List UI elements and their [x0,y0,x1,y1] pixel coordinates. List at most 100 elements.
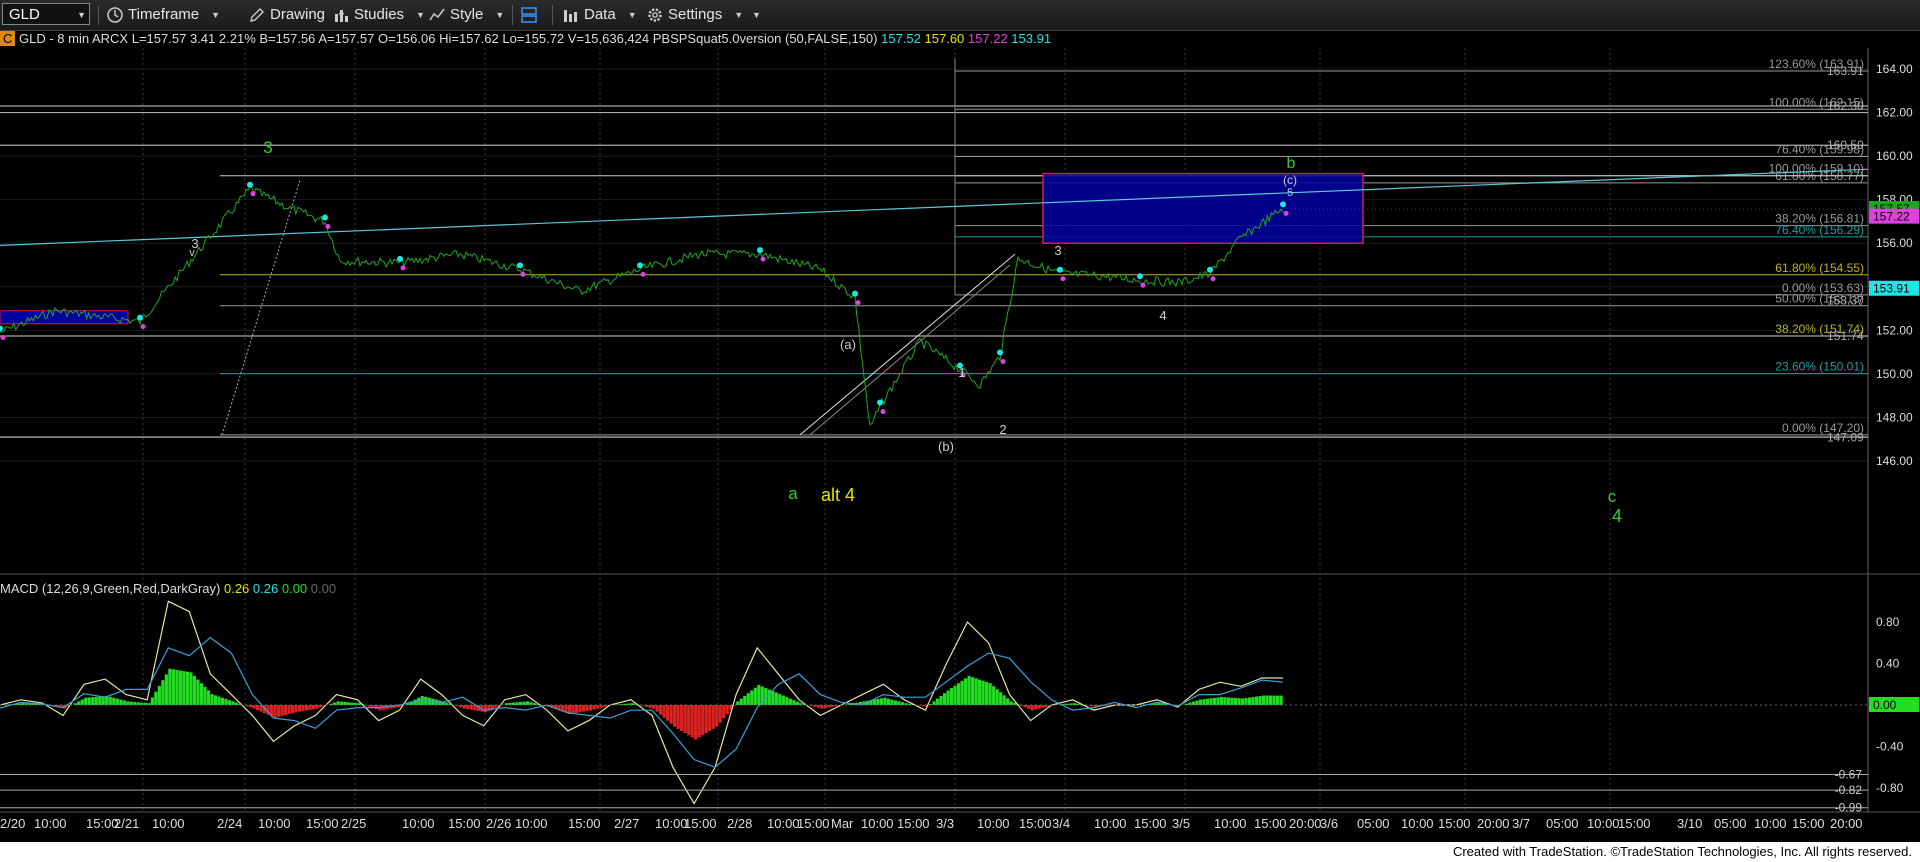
chevron-down-icon[interactable]: ▼ [77,4,86,26]
macd-histogram-bar [1226,697,1231,705]
macd-price-label: -0.99 [1835,801,1863,815]
wave-label: (a) [840,337,856,352]
signal-dot-magenta [640,271,646,277]
chevron-down-icon: ▼ [495,10,505,20]
macd-histogram-bar [680,705,684,732]
macd-histogram-bar [781,695,785,705]
macd-histogram-bar [921,705,926,707]
macd-axis-tick: -0.80 [1876,781,1904,795]
time-axis-label: 05:00 [1357,816,1390,831]
signal-dot-magenta [760,256,766,262]
timeframe-button[interactable]: Timeframe ▼ [106,4,220,26]
macd-histogram-bar [949,688,954,705]
settings-button[interactable]: Settings ▼ [646,4,743,26]
macd-histogram-bar [785,697,789,705]
macd-histogram-bar [964,678,968,705]
macd-histogram-bar [739,698,743,705]
macd-histogram-bar [708,705,712,732]
signal-dot-cyan [1137,273,1143,280]
time-axis-label: Mar [831,816,854,831]
macd-histogram-bar [108,696,112,705]
overflow-menu-button[interactable]: ▼ [744,4,761,26]
macd-histogram-bar [666,705,670,721]
macd-histogram-bar [276,705,281,717]
macd-histogram-bar [883,697,887,705]
time-axis-label: 10:00 [258,816,291,831]
macd-histogram-bar [992,686,996,705]
data-button[interactable]: Data ▼ [562,4,637,26]
wave-label: b [1287,155,1296,172]
wave-label: v [189,247,195,259]
macd-histogram-bar [199,683,204,705]
macd-histogram-bar [94,696,98,705]
macd-histogram-bar [1230,697,1234,705]
wave-label: a [788,484,798,503]
macd-histogram-bar [1251,697,1255,705]
macd-histogram-bar [753,687,757,705]
signal-dot-cyan [877,399,883,406]
studies-button[interactable]: Studies ▼ [332,4,425,26]
macd-histogram-bar [287,705,291,715]
macd-histogram-bar [168,668,172,705]
fib-level-label: 76.40% (156.29) [1775,223,1864,237]
price-axis-tick: 146.00 [1876,454,1913,468]
timeframe-label: Timeframe [128,6,200,23]
macd-histogram-bar [210,694,214,705]
time-axis-label: 20:00 [1477,816,1510,831]
symbol-input[interactable]: GLD ▼ [2,3,90,25]
macd-histogram-bar [771,691,775,705]
time-axis-label: 10:00 [655,816,688,831]
signal-dot-cyan [997,349,1003,356]
price-label: 151.74 [1827,329,1864,343]
data-icon [564,10,577,22]
macd-histogram-bar [157,685,161,705]
time-axis-label: 15:00 [797,816,830,831]
macd-histogram-bar [578,705,582,713]
macd-price-label: -0.82 [1835,783,1863,797]
macd-histogram-bar [704,705,708,734]
time-axis-label: 2/25 [341,816,366,831]
time-axis-label: 10:00 [1401,816,1434,831]
macd-histogram-bar [746,693,750,705]
macd-histogram-bar [767,689,771,705]
macd-histogram-bar [879,698,884,705]
target-box [1042,172,1364,244]
macd-histogram-bar [999,692,1003,705]
wave-label: 3 [263,138,272,157]
macd-histogram-bar [967,675,971,705]
macd-histogram-bar [1247,697,1252,705]
style-button[interactable]: Style ▼ [428,4,504,26]
wave-label: 4 [1612,506,1622,526]
price-axis-tick: 148.00 [1876,410,1913,424]
signal-dot-magenta [250,191,256,197]
macd-histogram-bar [203,686,207,705]
time-axis-label: 15:00 [1618,816,1651,831]
macd-histogram-bar [571,705,575,714]
toolbar-separator [98,5,99,25]
macd-histogram-bar [1279,695,1283,705]
macd-axis-tick: 0.40 [1876,657,1900,671]
macd-histogram-bar [995,689,999,705]
macd-histogram-bar [893,700,898,705]
macd-histogram-bar [1205,698,1210,705]
wave-label: 3 [1054,243,1061,258]
time-axis-label: 3/4 [1052,816,1070,831]
time-axis-label: 10:00 [861,816,894,831]
layout-button[interactable] [520,4,538,26]
macd-histogram-bar [178,670,182,705]
macd-histogram-bar [290,705,295,714]
macd-histogram-bar [960,680,964,705]
macd-histogram-bar [872,699,877,705]
time-axis-label: 10:00 [34,816,67,831]
macd-histogram-bar [978,679,982,705]
macd-histogram-bar [1244,697,1248,705]
macd-histogram-bar [683,705,687,734]
macd-histogram-bar [662,705,666,718]
price-chart[interactable]: 123.60% (163.91)100.00% (162.15)76.40% (… [0,30,1920,842]
signal-dot-magenta [1210,276,1216,282]
macd-histogram-bar [890,699,894,705]
macd-histogram-bar [294,705,298,713]
time-axis-label: 3/3 [936,816,954,831]
macd-histogram-bar [1268,695,1273,705]
time-axis-label: 15:00 [568,816,601,831]
